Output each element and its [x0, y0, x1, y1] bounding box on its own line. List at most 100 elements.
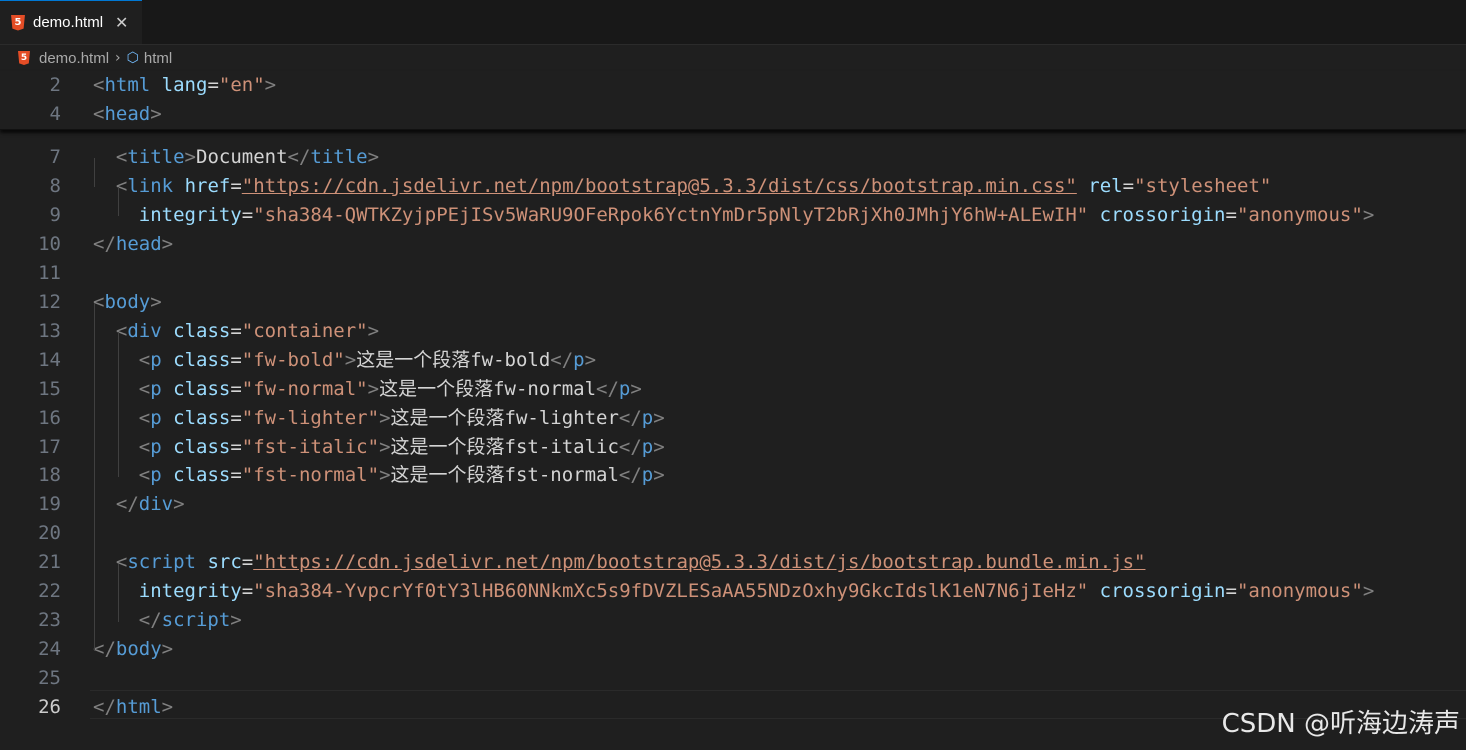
code-line[interactable]: 7 <title>Document</title> — [0, 143, 1466, 172]
code-line[interactable]: 10 </head> — [0, 230, 1466, 259]
line-code: </div> — [93, 490, 185, 519]
code-line[interactable]: 8 <link href="https://cdn.jsdelivr.net/n… — [0, 172, 1466, 201]
code-editor[interactable]: 2<html lang="en">4<head> 6 <meta name="v… — [0, 71, 1466, 750]
code-token: integrity — [138, 203, 242, 226]
code-token: head — [104, 103, 151, 125]
code-token: </ — [138, 609, 162, 632]
code-token: div — [127, 319, 162, 342]
code-token: script — [161, 609, 231, 632]
code-token: "anonymous" — [1236, 203, 1363, 226]
symbol-element-icon: ⬡ — [126, 50, 139, 66]
code-token: > — [367, 319, 380, 342]
code-line[interactable]: 23 </script> — [0, 606, 1466, 635]
code-token: < — [115, 146, 128, 168]
code-token: href — [184, 174, 231, 197]
line-code: <script src="https://cdn.jsdelivr.net/np… — [93, 548, 1146, 577]
code-token: div — [138, 493, 174, 516]
line-code: </body> — [93, 635, 173, 664]
code-token: < — [138, 435, 151, 458]
code-line[interactable]: 12 <body> — [0, 288, 1466, 317]
code-line[interactable]: 24 </body> — [0, 635, 1466, 664]
breadcrumb-symbol[interactable]: html — [144, 50, 172, 67]
code-token: = — [207, 74, 219, 96]
line-number: 2 — [49, 74, 61, 96]
line-code: <title>Document</title> — [93, 143, 379, 172]
code-token: "en" — [218, 74, 265, 96]
indent-guide — [94, 158, 95, 187]
code-token: p — [150, 348, 162, 371]
code-token: > — [173, 493, 185, 516]
code-token: < — [138, 464, 151, 487]
tab-bar: 5 demo.html ✕ — [0, 0, 1466, 45]
code-token: > — [367, 146, 380, 168]
code-token: html — [115, 696, 162, 719]
close-icon[interactable]: ✕ — [115, 13, 128, 32]
code-line[interactable]: 25 — [0, 664, 1466, 693]
code-line[interactable]: 21 <script src="https://cdn.jsdelivr.net… — [0, 548, 1466, 577]
code-token: = — [230, 319, 242, 342]
code-token: p — [150, 377, 162, 400]
code-token: p — [150, 464, 162, 487]
code-token: html — [104, 74, 151, 96]
breadcrumb: 5 demo.html › ⬡ html — [0, 45, 1466, 71]
code-token: = — [241, 203, 254, 226]
line-number: 15 — [38, 377, 61, 400]
code-token: > — [584, 348, 597, 371]
code-token: 这是一个段落fw-normal — [379, 377, 597, 400]
code-token: 这是一个段落fw-lighter — [390, 406, 619, 429]
code-token: crossorigin — [1099, 203, 1226, 226]
code-line[interactable]: 17 <p class="fst-italic">这是一个段落fst-itali… — [0, 433, 1466, 462]
code-token: </ — [618, 435, 642, 458]
code-line[interactable]: 14 <p class="fw-bold">这是一个段落fw-bold</p> — [0, 346, 1466, 375]
code-token: = — [230, 377, 242, 400]
code-line[interactable]: 22 integrity="sha384-YvpcrYf0tY3lHB60NNk… — [0, 577, 1466, 606]
code-token: = — [241, 551, 254, 574]
tab-label: demo.html — [33, 14, 104, 31]
code-token: p — [641, 464, 654, 487]
chevron-right-icon: › — [115, 50, 121, 66]
code-token: = — [230, 435, 242, 458]
code-line[interactable]: 20 — [0, 519, 1466, 548]
code-line[interactable]: 4 <head> — [0, 100, 1466, 129]
code-token: "container" — [241, 319, 368, 342]
code-line[interactable]: 15 <p class="fw-normal">这是一个段落fw-normal<… — [0, 375, 1466, 404]
breadcrumb-file[interactable]: demo.html — [39, 50, 109, 67]
line-code: <p class="fst-normal">这是一个段落fst-normal</… — [93, 461, 665, 490]
code-token: < — [138, 348, 151, 371]
tab-demo-html[interactable]: 5 demo.html ✕ — [0, 0, 142, 44]
code-token: p — [150, 435, 162, 458]
code-token: </ — [93, 696, 116, 719]
line-number: 4 — [49, 103, 61, 125]
code-line[interactable]: 19 </div> — [0, 490, 1466, 519]
line-number: 21 — [38, 551, 61, 574]
code-token: class — [173, 464, 231, 487]
code-line[interactable]: 11 — [0, 259, 1466, 288]
code-line[interactable]: 13 <div class="container"> — [0, 317, 1466, 346]
code-token: Document — [196, 146, 288, 168]
code-token: = — [1122, 174, 1135, 197]
code-line[interactable]: 2 <html lang="en"> — [0, 71, 1466, 100]
sticky-scroll-header[interactable]: 2 <html lang="en"> 4 <head> — [0, 71, 1466, 130]
line-code: <link href="https://cdn.jsdelivr.net/npm… — [93, 172, 1271, 201]
code-token: "fw-normal" — [241, 377, 368, 400]
code-token: 这是一个段落fst-normal — [390, 464, 619, 487]
code-token: class — [173, 319, 231, 342]
line-number: 12 — [38, 290, 61, 313]
code-token: class — [173, 435, 231, 458]
line-code: <head> — [93, 100, 162, 129]
code-line[interactable]: 9 integrity="sha384-QWTKZyjpPEjISv5WaRU9… — [0, 201, 1466, 230]
code-line[interactable]: 18 <p class="fst-normal">这是一个段落fst-norma… — [0, 461, 1466, 490]
code-token: head — [115, 232, 162, 255]
code-line[interactable]: 16 <p class="fw-lighter">这是一个段落fw-lighte… — [0, 404, 1466, 433]
code-token: > — [230, 609, 242, 632]
line-number: 24 — [38, 638, 61, 661]
